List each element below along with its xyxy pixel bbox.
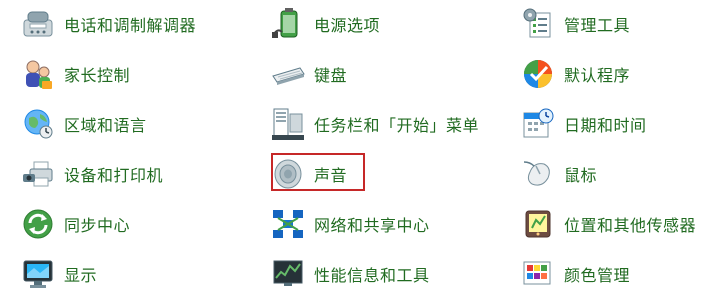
item-label: 显示 (64, 266, 98, 285)
item-network-sharing[interactable]: 网络和共享中心 (270, 205, 430, 243)
item-label: 颜色管理 (564, 266, 631, 285)
item-sound[interactable]: 声音 (270, 155, 347, 193)
location-sensors-icon (525, 210, 551, 238)
item-label: 键盘 (314, 66, 348, 85)
parental-controls-icon (26, 60, 52, 89)
taskbar-start-menu-icon (272, 108, 304, 140)
performance-icon (273, 260, 303, 286)
item-devices-printers[interactable]: 设备和打印机 (20, 155, 163, 193)
item-label: 声音 (314, 166, 348, 185)
item-taskbar-start-menu[interactable]: 任务栏和「开始」菜单 (270, 105, 479, 143)
item-sync-center[interactable]: 同步中心 (20, 205, 130, 243)
display-icon (23, 260, 53, 288)
item-date-time[interactable]: 日期和时间 (520, 105, 647, 143)
item-label: 同步中心 (64, 216, 131, 235)
sync-center-icon (23, 209, 53, 239)
admin-tools-icon (523, 8, 551, 38)
region-language-icon (24, 109, 53, 139)
date-time-icon (523, 108, 554, 138)
power-options-icon (272, 8, 298, 38)
control-panel-grid: 电话和调制解调器 家长控制 区域和语言 设备和打印机 同步中心 显示 电源选项 … (0, 0, 714, 288)
item-label: 设备和打印机 (64, 166, 164, 185)
item-mouse[interactable]: 鼠标 (520, 155, 597, 193)
item-region-language[interactable]: 区域和语言 (20, 105, 147, 143)
item-keyboard[interactable]: 键盘 (270, 55, 347, 93)
item-admin-tools[interactable]: 管理工具 (520, 5, 630, 43)
item-label: 性能信息和工具 (314, 266, 430, 285)
item-label: 管理工具 (564, 16, 631, 35)
item-phone-modem[interactable]: 电话和调制解调器 (20, 5, 196, 43)
item-label: 默认程序 (564, 66, 631, 85)
item-label: 任务栏和「开始」菜单 (314, 116, 480, 135)
item-label: 电话和调制解调器 (64, 16, 197, 35)
keyboard-icon (272, 67, 305, 85)
mouse-icon (523, 161, 550, 186)
phone-modem-icon (23, 11, 53, 37)
color-management-icon (523, 261, 551, 285)
item-label: 网络和共享中心 (314, 216, 430, 235)
item-color-management[interactable]: 颜色管理 (520, 255, 630, 293)
devices-printers-icon (23, 161, 53, 187)
item-parental-controls[interactable]: 家长控制 (20, 55, 130, 93)
item-display[interactable]: 显示 (20, 255, 97, 293)
item-label: 电源选项 (314, 16, 381, 35)
item-label: 日期和时间 (564, 116, 647, 135)
sound-icon (274, 159, 302, 189)
network-sharing-icon (273, 210, 303, 238)
item-default-programs[interactable]: 默认程序 (520, 55, 630, 93)
item-label: 家长控制 (64, 66, 131, 85)
default-programs-icon (524, 60, 552, 88)
item-location-sensors[interactable]: 位置和其他传感器 (520, 205, 696, 243)
item-label: 位置和其他传感器 (564, 216, 697, 235)
item-power-options[interactable]: 电源选项 (270, 5, 380, 43)
item-performance[interactable]: 性能信息和工具 (270, 255, 430, 293)
item-label: 鼠标 (564, 166, 598, 185)
item-label: 区域和语言 (64, 116, 147, 135)
